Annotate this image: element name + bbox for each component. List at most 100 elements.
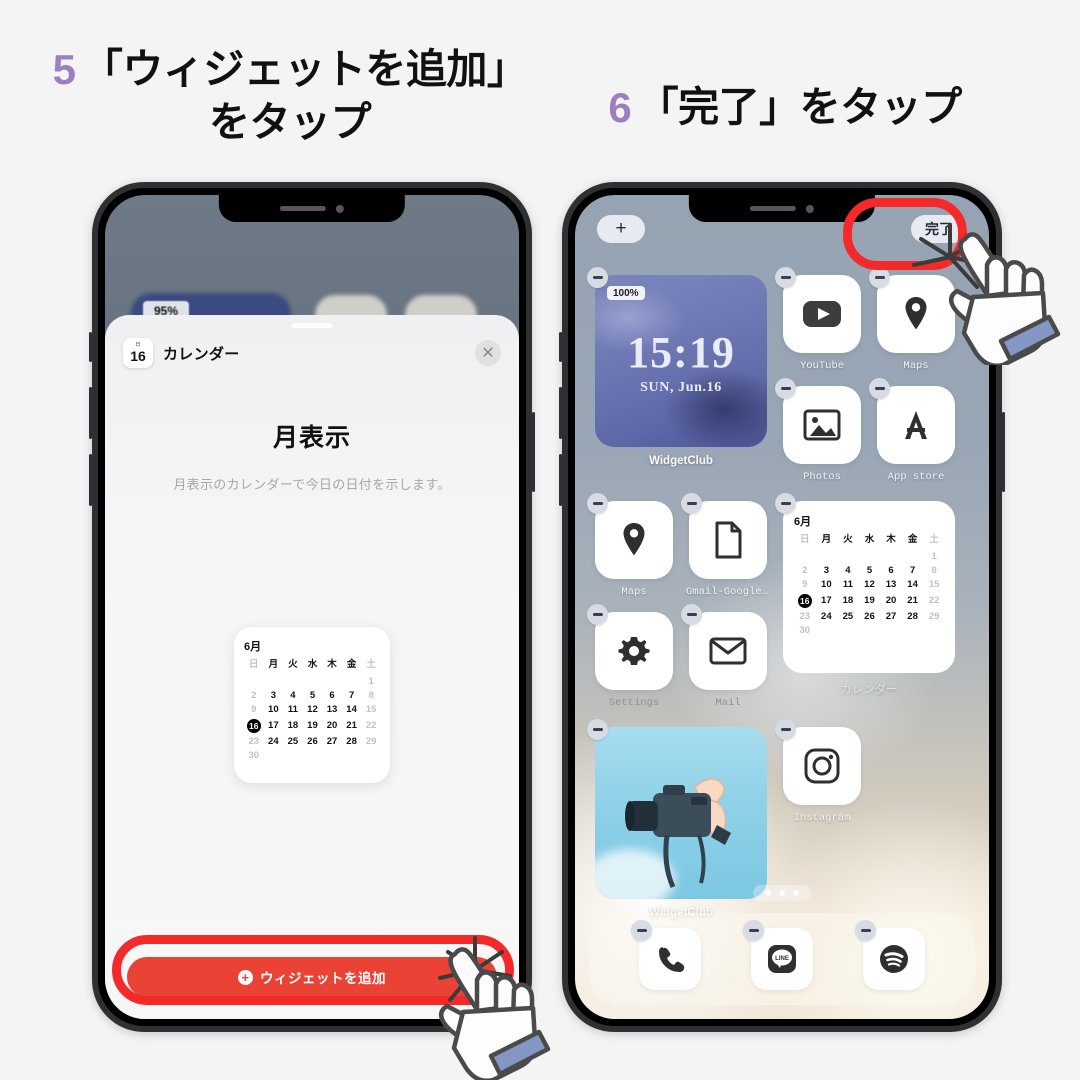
power-button-right <box>1002 412 1005 492</box>
calendar-day-cell: 13 <box>326 703 338 715</box>
calendar-day-cell: 29 <box>365 735 377 747</box>
calendar-day-cell: 23 <box>248 735 260 747</box>
app-youtube[interactable]: YouTube <box>775 267 861 372</box>
gear-icon[interactable] <box>595 612 673 690</box>
calendar-week-row: 9 10 11 12 13 14 15 <box>794 577 945 591</box>
app-gmail[interactable]: Gmail-Google... <box>681 493 770 598</box>
earpiece-speaker-right <box>749 206 796 211</box>
app-photos[interactable]: Photos <box>775 378 861 483</box>
remove-app-icon[interactable] <box>631 920 652 941</box>
battery-badge: 100% <box>607 286 645 300</box>
step-5-text-line2: をタップ <box>209 99 372 146</box>
calendar-day-cell <box>816 624 838 638</box>
widget-camera-container[interactable] <box>587 719 767 899</box>
widget-variant-description: 月表示のカレンダーで今日の日付を示します。 <box>173 477 451 492</box>
weekday-header: 日 <box>249 659 259 671</box>
clock-date: SUN, Jun.16 <box>640 379 722 395</box>
remove-app-icon[interactable] <box>681 604 702 625</box>
remove-app-icon[interactable] <box>775 378 796 399</box>
grid-row-2: Maps Gmail-Google. Settings Mail 6月 日 月 … <box>587 493 969 709</box>
calendar-day-cell: 17 <box>821 594 832 606</box>
calendar-day-cell: 13 <box>885 578 897 590</box>
calendar-day-cell: 19 <box>864 594 875 606</box>
weekday-header: 火 <box>288 659 298 671</box>
calendar-day-cell: 22 <box>928 594 940 606</box>
calendar-day-cell <box>303 675 323 689</box>
calendar-day-cell: 27 <box>885 610 897 622</box>
calendar-widget-preview[interactable]: 6月 日月火水木金土 1 2 3 4 5 6 7 8 9 10 11 12 13 14 15 16 17 18 19… <box>234 627 390 783</box>
remove-widget-icon[interactable] <box>587 719 608 740</box>
hand-cursor-icon-left <box>438 947 551 1080</box>
home-page-indicator[interactable] <box>753 885 811 901</box>
widget-calendar-container[interactable]: 6月 日月火水木金土 1 2 3 4 5 6 7 8 9 10 11 12 13 14 15 16 17 18 19… <box>775 493 955 673</box>
remove-widget-icon[interactable] <box>775 493 796 514</box>
close-icon[interactable]: ✕ <box>475 340 501 366</box>
page-dot[interactable] <box>793 890 799 896</box>
calendar-day-cell: 30 <box>799 624 811 636</box>
calendar-week-row: 23 24 25 26 27 28 29 <box>244 735 381 749</box>
calendar-week-row: 30 <box>794 624 945 638</box>
dock-app-phone[interactable] <box>631 920 701 990</box>
calendar-day-cell: 18 <box>287 719 299 731</box>
remove-app-icon[interactable] <box>855 920 876 941</box>
calendar-day-cell: 16 <box>244 716 264 734</box>
app-mail[interactable]: Mail <box>681 604 767 709</box>
remove-app-icon[interactable] <box>681 493 702 514</box>
calendar-day-cell: 29 <box>928 610 940 622</box>
preview-month-label: 6月 <box>244 641 262 653</box>
remove-app-icon[interactable] <box>587 604 608 625</box>
calendar-day-cell: 11 <box>842 578 853 590</box>
step-5-heading: 5 「ウィジェットを追加」 をタップ <box>30 44 550 147</box>
clock-widget-label: WidgetClub <box>649 455 713 467</box>
page-dot[interactable] <box>765 890 771 896</box>
clock-widget[interactable]: 100% 15:19 SUN, Jun.16 <box>595 275 767 447</box>
youtube-icon[interactable] <box>783 275 861 353</box>
widget-clock-container[interactable]: 100% 15:19 SUN, Jun.16 <box>587 267 767 447</box>
add-widget-plus-button[interactable]: + <box>597 215 645 243</box>
calendar-day-cell <box>361 749 381 763</box>
remove-app-icon[interactable] <box>743 920 764 941</box>
calendar-day-cell <box>342 675 362 689</box>
photo-icon[interactable] <box>783 386 861 464</box>
app-label: Settings <box>608 697 660 709</box>
calendar-day-cell <box>283 749 303 763</box>
app-store-icon[interactable] <box>877 386 955 464</box>
sheet-header: 日 16 カレンダー ✕ <box>105 328 519 368</box>
phone-bezel-right: + 完了 100% 15:19 SUN, Jun.16 WidgetClub Y… <box>568 188 996 1026</box>
mute-switch-right <box>559 332 562 362</box>
page-dot[interactable] <box>779 890 785 896</box>
camera-photo-widget[interactable] <box>595 727 767 899</box>
front-camera <box>335 204 344 213</box>
calendar-day-cell: 15 <box>928 578 940 590</box>
app-settings[interactable]: Settings <box>587 604 673 709</box>
calendar-widget[interactable]: 6月 日月火水木金土 1 2 3 4 5 6 7 8 9 10 11 12 13 14 15 16 17 18 19… <box>783 501 955 673</box>
calendar-day-cell: 25 <box>287 735 299 747</box>
remove-app-icon[interactable] <box>775 267 796 288</box>
app-label: YouTube <box>799 360 845 372</box>
document-icon[interactable] <box>689 501 767 579</box>
app-store[interactable]: App store <box>869 378 955 483</box>
spotify-glyph <box>880 945 908 973</box>
chip-day-number: 16 <box>130 348 146 364</box>
screen-left: 95% 日 16 カレンダー ✕ 月表示 月表示のカレンダーで今日の日付を示しま… <box>105 195 519 1019</box>
envelope-icon[interactable] <box>689 612 767 690</box>
map-pin-icon[interactable] <box>595 501 673 579</box>
remove-app-icon[interactable] <box>869 378 890 399</box>
youtube-icon-glyph <box>803 301 841 327</box>
dock-app-spotify[interactable] <box>855 920 925 990</box>
calendar-day-cell: 25 <box>842 610 854 622</box>
calendar-day-cell: 7 <box>909 564 916 576</box>
remove-app-icon[interactable] <box>869 267 890 288</box>
calendar-week-row: 1 <box>794 550 945 564</box>
remove-app-icon[interactable] <box>587 493 608 514</box>
remove-app-icon[interactable] <box>775 719 796 740</box>
app-store-glyph <box>905 411 927 439</box>
apps-row-4: Settings Mail <box>587 604 767 709</box>
calendar-day-cell: 8 <box>931 564 937 576</box>
calendar-day-cell: 14 <box>346 703 357 715</box>
instagram-icon[interactable] <box>783 727 861 805</box>
dock-app-line[interactable]: LINE <box>743 920 813 990</box>
app-maps-2[interactable]: Maps <box>587 493 673 598</box>
remove-widget-icon[interactable] <box>587 267 608 288</box>
calendar-week-row: 30 <box>244 749 381 763</box>
